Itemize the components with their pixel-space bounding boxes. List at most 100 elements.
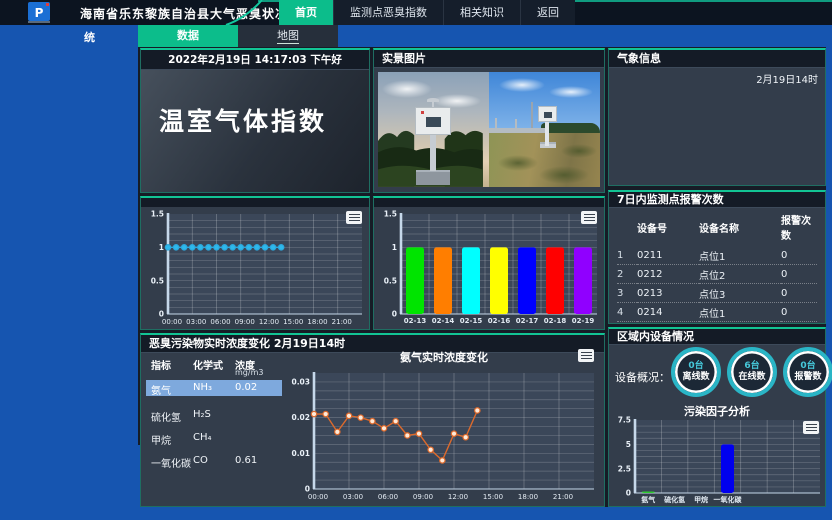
svg-text:09:00: 09:00 [413, 493, 433, 501]
svg-text:15:00: 15:00 [283, 318, 303, 326]
device-panel: 区域内设备情况 设备概况： 0台 离线数 6台 在线数 0台 报警数 污染因子分… [608, 327, 826, 507]
svg-text:0.5: 0.5 [384, 276, 397, 285]
weather-body: 2月19日14时 [609, 68, 825, 185]
logo: P [28, 2, 50, 21]
device-pole [430, 133, 436, 171]
daily-bar-chart-panel: 00.511.502-1302-1402-1502-1602-1702-1802… [373, 196, 605, 330]
datetime-text: 2022年2月19日 14:17:03 下午好 [141, 50, 369, 70]
tab-bar: 统 数据 地图 [0, 25, 832, 47]
svg-text:一氧化碳: 一氧化碳 [714, 495, 743, 504]
svg-text:00:00: 00:00 [308, 493, 328, 501]
odor-panel: 恶臭污染物实时浓度变化 2月19日14时 指标 化学式 浓度 mg/m3 氨气 … [140, 333, 605, 507]
svg-text:02-18: 02-18 [544, 317, 567, 325]
nav-item-odor-index[interactable]: 监测点恶臭指数 [333, 0, 443, 25]
odor-unit: mg/m3 [235, 368, 263, 377]
monitor-box [538, 106, 557, 122]
table-row[interactable]: 30213点位30 [617, 284, 817, 303]
chart-menu-icon[interactable] [578, 349, 594, 362]
odor-row-co[interactable]: 一氧化碳 [151, 455, 191, 470]
daily-index-bar-chart[interactable]: 00.511.502-1302-1402-1502-1602-1702-1802… [375, 208, 603, 334]
title-wrap-char: 统 [84, 29, 95, 45]
device-led [421, 111, 424, 114]
svg-text:甲烷: 甲烷 [694, 495, 708, 504]
weather-panel-title: 气象信息 [609, 50, 825, 68]
svg-text:7.5: 7.5 [618, 416, 631, 425]
chart-menu-icon[interactable] [803, 421, 819, 434]
svg-text:0.02: 0.02 [291, 413, 310, 422]
svg-text:5: 5 [626, 440, 631, 449]
svg-text:15:00: 15:00 [483, 493, 503, 501]
device-stats: 0台 离线数 6台 在线数 0台 报警数 [671, 347, 832, 397]
svg-text:1.5: 1.5 [151, 210, 164, 219]
svg-text:1: 1 [392, 243, 397, 252]
tab-data[interactable]: 数据 [138, 25, 238, 47]
odor-row-ch4[interactable]: 甲烷 [151, 432, 171, 447]
odor-col-indicator: 指标 [151, 357, 171, 372]
svg-text:1: 1 [159, 243, 164, 252]
device-body: 设备概况： 0台 离线数 6台 在线数 0台 报警数 污染因子分析 02.557… [609, 345, 825, 506]
svg-text:06:00: 06:00 [378, 493, 398, 501]
chart-menu-icon[interactable] [346, 211, 362, 224]
alarm-panel: 7日内监测点报警次数 设备号 设备名称 报警次数 10211点位10 20212… [608, 190, 826, 324]
site-photos [378, 72, 600, 187]
chart-menu-icon[interactable] [581, 211, 597, 224]
index-chart-panel: 00.511.500:0003:0006:0009:0012:0015:0018… [140, 196, 370, 330]
cloud [549, 86, 593, 98]
device-overview-label: 设备概况： [615, 369, 670, 385]
photos-panel: 实景图片 [373, 48, 605, 193]
nav-item-knowledge[interactable]: 相关知识 [443, 0, 520, 25]
col-device-no: 设备号 [637, 209, 699, 246]
logo-glyph: P [35, 6, 44, 20]
nav-item-back[interactable]: 返回 [520, 0, 575, 25]
nav-item-home[interactable]: 首页 [279, 0, 333, 25]
svg-text:02-13: 02-13 [404, 317, 427, 325]
greenhouse-index-headline: 温室气体指数 [159, 102, 327, 138]
dirt-patch [539, 166, 589, 184]
table-row[interactable]: 40214点位10 [617, 303, 817, 322]
alarm-table-header: 设备号 设备名称 报警次数 [617, 209, 817, 246]
svg-text:06:00: 06:00 [210, 318, 230, 326]
svg-text:02-15: 02-15 [460, 317, 483, 325]
svg-text:0.03: 0.03 [291, 378, 310, 387]
main-nav: 首页 监测点恶臭指数 相关知识 返回 [279, 0, 575, 25]
greeting-panel: 2022年2月19日 14:17:03 下午好 温室气体指数 [140, 48, 370, 193]
antenna-cap [427, 98, 439, 102]
svg-text:02-17: 02-17 [516, 317, 539, 325]
ammonia-trend-chart[interactable]: 00.010.020.0300:0003:0006:0009:0012:0015… [284, 347, 604, 511]
index-trend-chart[interactable]: 00.511.500:0003:0006:0009:0012:0015:0018… [142, 208, 368, 334]
odor-row-selected[interactable]: 氨气 NH₃ 0.02 [146, 380, 282, 396]
odor-row-h2s[interactable]: 硫化氢 [151, 409, 181, 424]
svg-text:12:00: 12:00 [259, 318, 279, 326]
stat-alarm: 0台 报警数 [783, 347, 832, 397]
svg-text:硫化氢: 硫化氢 [664, 495, 685, 504]
device-screen [544, 112, 552, 118]
svg-text:12:00: 12:00 [448, 493, 468, 501]
svg-text:03:00: 03:00 [343, 493, 363, 501]
svg-text:0.01: 0.01 [291, 449, 310, 458]
weather-panel: 气象信息 2月19日14时 [608, 48, 826, 186]
logo-red-dot [46, 3, 49, 6]
cloud [382, 80, 432, 98]
table-row[interactable]: 20212点位20 [617, 265, 817, 284]
grass-patch [561, 144, 597, 158]
stat-offline: 0台 离线数 [671, 347, 721, 397]
photos-panel-title: 实景图片 [374, 50, 604, 68]
chart-panel-topstrip [141, 198, 369, 207]
svg-text:0: 0 [626, 489, 631, 498]
top-navbar: P 海南省乐东黎族自治县大气恶臭状况实时发布系 首页 监测点恶臭指数 相关知识 … [0, 0, 832, 25]
pollution-factor-chart[interactable]: 02.557.5氨气硫化氢甲烷一氧化碳 [611, 415, 825, 510]
site-photo-2 [489, 72, 600, 187]
logo-subtext [28, 21, 50, 23]
alarm-panel-title: 7日内监测点报警次数 [609, 192, 825, 208]
stat-online: 6台 在线数 [727, 347, 777, 397]
svg-text:18:00: 18:00 [307, 318, 327, 326]
fence-post [495, 118, 497, 132]
tab-map[interactable]: 地图 [238, 25, 338, 47]
col-device-name: 设备名称 [699, 209, 781, 246]
site-photo-1 [378, 72, 489, 187]
svg-text:21:00: 21:00 [553, 493, 573, 501]
device-pole [545, 122, 549, 146]
svg-text:2.5: 2.5 [618, 464, 631, 473]
table-row[interactable]: 10211点位10 [617, 246, 817, 265]
device-screen [426, 117, 441, 127]
